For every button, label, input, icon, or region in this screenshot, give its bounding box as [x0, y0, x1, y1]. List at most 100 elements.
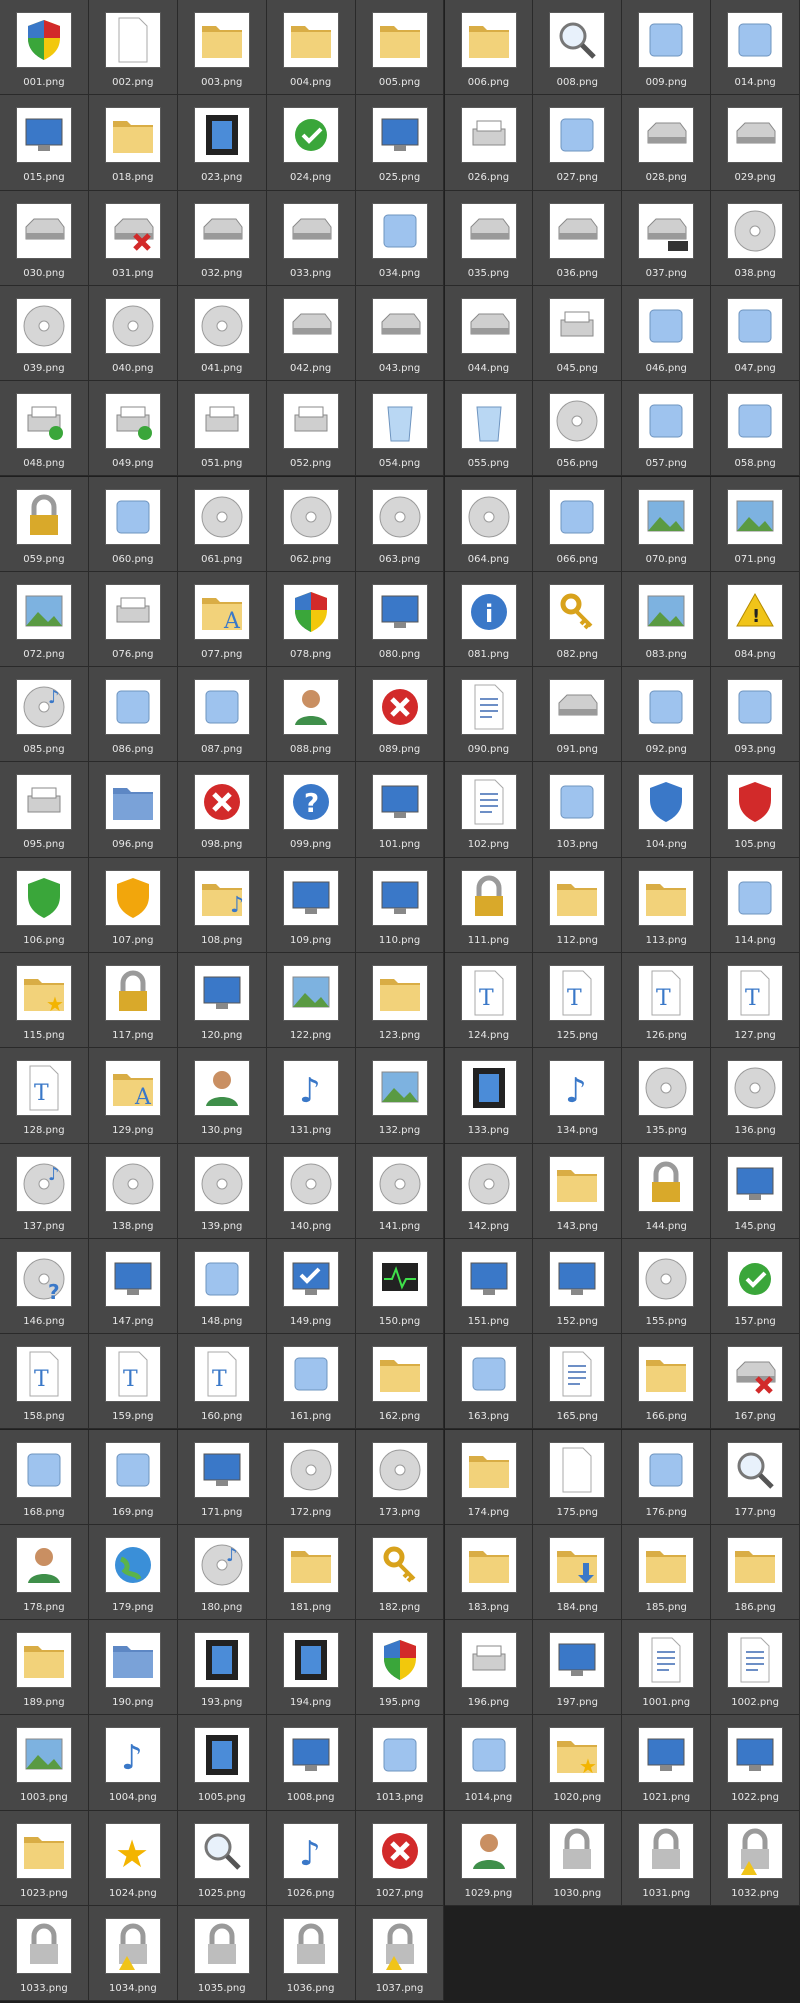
- file-thumbnail[interactable]: ♪ 1026.png: [266, 1810, 356, 1906]
- file-thumbnail[interactable]: 174.png: [444, 1429, 534, 1525]
- file-thumbnail[interactable]: 179.png: [88, 1524, 178, 1621]
- file-thumbnail[interactable]: 041.png: [177, 285, 267, 382]
- file-thumbnail[interactable]: 1035.png: [177, 1906, 267, 2002]
- file-thumbnail[interactable]: 1003.png: [0, 1715, 89, 1811]
- file-thumbnail[interactable]: A 077.png: [177, 571, 267, 668]
- file-thumbnail[interactable]: 052.png: [266, 381, 356, 477]
- file-thumbnail[interactable]: 059.png: [0, 476, 89, 572]
- file-thumbnail[interactable]: 082.png: [533, 571, 623, 668]
- file-thumbnail[interactable]: 058.png: [711, 381, 800, 477]
- file-thumbnail[interactable]: 150.png: [355, 1238, 445, 1335]
- file-thumbnail[interactable]: 048.png: [0, 381, 89, 477]
- file-thumbnail[interactable]: 060.png: [88, 476, 178, 572]
- file-thumbnail[interactable]: 040.png: [88, 285, 178, 382]
- file-thumbnail[interactable]: 177.png: [711, 1429, 800, 1525]
- file-thumbnail[interactable]: 197.png: [533, 1620, 623, 1716]
- file-thumbnail[interactable]: 091.png: [533, 667, 623, 763]
- file-thumbnail[interactable]: 002.png: [88, 0, 178, 96]
- file-thumbnail[interactable]: 136.png: [711, 1048, 800, 1144]
- file-thumbnail[interactable]: 167.png: [711, 1334, 800, 1430]
- file-thumbnail[interactable]: 024.png: [266, 95, 356, 191]
- file-thumbnail[interactable]: ? 146.png: [0, 1238, 89, 1335]
- file-thumbnail[interactable]: 1022.png: [711, 1715, 800, 1811]
- file-thumbnail[interactable]: 183.png: [444, 1524, 534, 1621]
- file-thumbnail[interactable]: 176.png: [622, 1429, 712, 1525]
- file-thumbnail[interactable]: 132.png: [355, 1048, 445, 1144]
- file-thumbnail[interactable]: 190.png: [88, 1620, 178, 1716]
- file-thumbnail[interactable]: 185.png: [622, 1524, 712, 1621]
- file-thumbnail[interactable]: 111.png: [444, 857, 534, 953]
- file-thumbnail[interactable]: 078.png: [266, 571, 356, 668]
- file-thumbnail[interactable]: 051.png: [177, 381, 267, 477]
- file-thumbnail[interactable]: 135.png: [622, 1048, 712, 1144]
- file-thumbnail[interactable]: T 159.png: [88, 1334, 178, 1430]
- file-thumbnail[interactable]: 066.png: [533, 476, 623, 572]
- file-thumbnail[interactable]: 008.png: [533, 0, 623, 96]
- file-thumbnail[interactable]: 155.png: [622, 1238, 712, 1335]
- file-thumbnail[interactable]: 088.png: [266, 667, 356, 763]
- file-thumbnail[interactable]: 047.png: [711, 285, 800, 382]
- file-thumbnail[interactable]: ♪ 108.png: [177, 857, 267, 953]
- file-thumbnail[interactable]: 038.png: [711, 190, 800, 286]
- file-thumbnail[interactable]: 138.png: [88, 1143, 178, 1239]
- file-thumbnail[interactable]: 028.png: [622, 95, 712, 191]
- file-thumbnail[interactable]: 095.png: [0, 762, 89, 858]
- file-thumbnail[interactable]: 1021.png: [622, 1715, 712, 1811]
- file-thumbnail[interactable]: 145.png: [711, 1143, 800, 1239]
- file-thumbnail[interactable]: 037.png: [622, 190, 712, 286]
- file-thumbnail[interactable]: 149.png: [266, 1238, 356, 1335]
- file-thumbnail[interactable]: 143.png: [533, 1143, 623, 1239]
- file-thumbnail[interactable]: 196.png: [444, 1620, 534, 1716]
- file-thumbnail[interactable]: 001.png: [0, 0, 89, 96]
- file-thumbnail[interactable]: 1002.png: [711, 1620, 800, 1716]
- file-thumbnail[interactable]: 056.png: [533, 381, 623, 477]
- file-thumbnail[interactable]: 109.png: [266, 857, 356, 953]
- file-thumbnail[interactable]: A 129.png: [88, 1048, 178, 1144]
- file-thumbnail[interactable]: 031.png: [88, 190, 178, 286]
- file-thumbnail[interactable]: 044.png: [444, 285, 534, 382]
- file-thumbnail[interactable]: 1029.png: [444, 1810, 534, 1906]
- file-thumbnail[interactable]: 172.png: [266, 1429, 356, 1525]
- file-thumbnail[interactable]: 036.png: [533, 190, 623, 286]
- file-thumbnail[interactable]: 1037.png: [355, 1906, 445, 2002]
- file-thumbnail[interactable]: T 128.png: [0, 1048, 89, 1144]
- file-thumbnail[interactable]: 148.png: [177, 1238, 267, 1335]
- file-thumbnail[interactable]: ♪ 131.png: [266, 1048, 356, 1144]
- file-thumbnail[interactable]: 105.png: [711, 762, 800, 858]
- file-thumbnail[interactable]: 103.png: [533, 762, 623, 858]
- file-thumbnail[interactable]: 1001.png: [622, 1620, 712, 1716]
- file-thumbnail[interactable]: 194.png: [266, 1620, 356, 1716]
- file-thumbnail[interactable]: 147.png: [88, 1238, 178, 1335]
- file-thumbnail[interactable]: 123.png: [355, 953, 445, 1049]
- file-thumbnail[interactable]: 171.png: [177, 1429, 267, 1525]
- file-thumbnail[interactable]: 112.png: [533, 857, 623, 953]
- file-thumbnail[interactable]: 102.png: [444, 762, 534, 858]
- file-thumbnail[interactable]: 005.png: [355, 0, 445, 96]
- file-thumbnail[interactable]: 104.png: [622, 762, 712, 858]
- file-thumbnail[interactable]: 070.png: [622, 476, 712, 572]
- file-thumbnail[interactable]: 1014.png: [444, 1715, 534, 1811]
- file-thumbnail[interactable]: 072.png: [0, 571, 89, 668]
- file-thumbnail[interactable]: 141.png: [355, 1143, 445, 1239]
- file-thumbnail[interactable]: 178.png: [0, 1524, 89, 1621]
- file-thumbnail[interactable]: 151.png: [444, 1238, 534, 1335]
- file-thumbnail[interactable]: 110.png: [355, 857, 445, 953]
- file-thumbnail[interactable]: 142.png: [444, 1143, 534, 1239]
- file-thumbnail[interactable]: ? 099.png: [266, 762, 356, 858]
- file-thumbnail[interactable]: ♪ 1004.png: [88, 1715, 178, 1811]
- file-thumbnail[interactable]: 025.png: [355, 95, 445, 191]
- file-thumbnail[interactable]: 1031.png: [622, 1810, 712, 1906]
- file-thumbnail[interactable]: 130.png: [177, 1048, 267, 1144]
- file-thumbnail[interactable]: ! 084.png: [711, 571, 800, 668]
- file-thumbnail[interactable]: 1013.png: [355, 1715, 445, 1811]
- file-thumbnail[interactable]: 023.png: [177, 95, 267, 191]
- file-thumbnail[interactable]: 054.png: [355, 381, 445, 477]
- file-thumbnail[interactable]: 093.png: [711, 667, 800, 763]
- file-thumbnail[interactable]: 034.png: [355, 190, 445, 286]
- file-thumbnail[interactable]: 086.png: [88, 667, 178, 763]
- file-thumbnail[interactable]: 042.png: [266, 285, 356, 382]
- file-thumbnail[interactable]: 193.png: [177, 1620, 267, 1716]
- file-thumbnail[interactable]: 122.png: [266, 953, 356, 1049]
- file-thumbnail[interactable]: 076.png: [88, 571, 178, 668]
- file-thumbnail[interactable]: 004.png: [266, 0, 356, 96]
